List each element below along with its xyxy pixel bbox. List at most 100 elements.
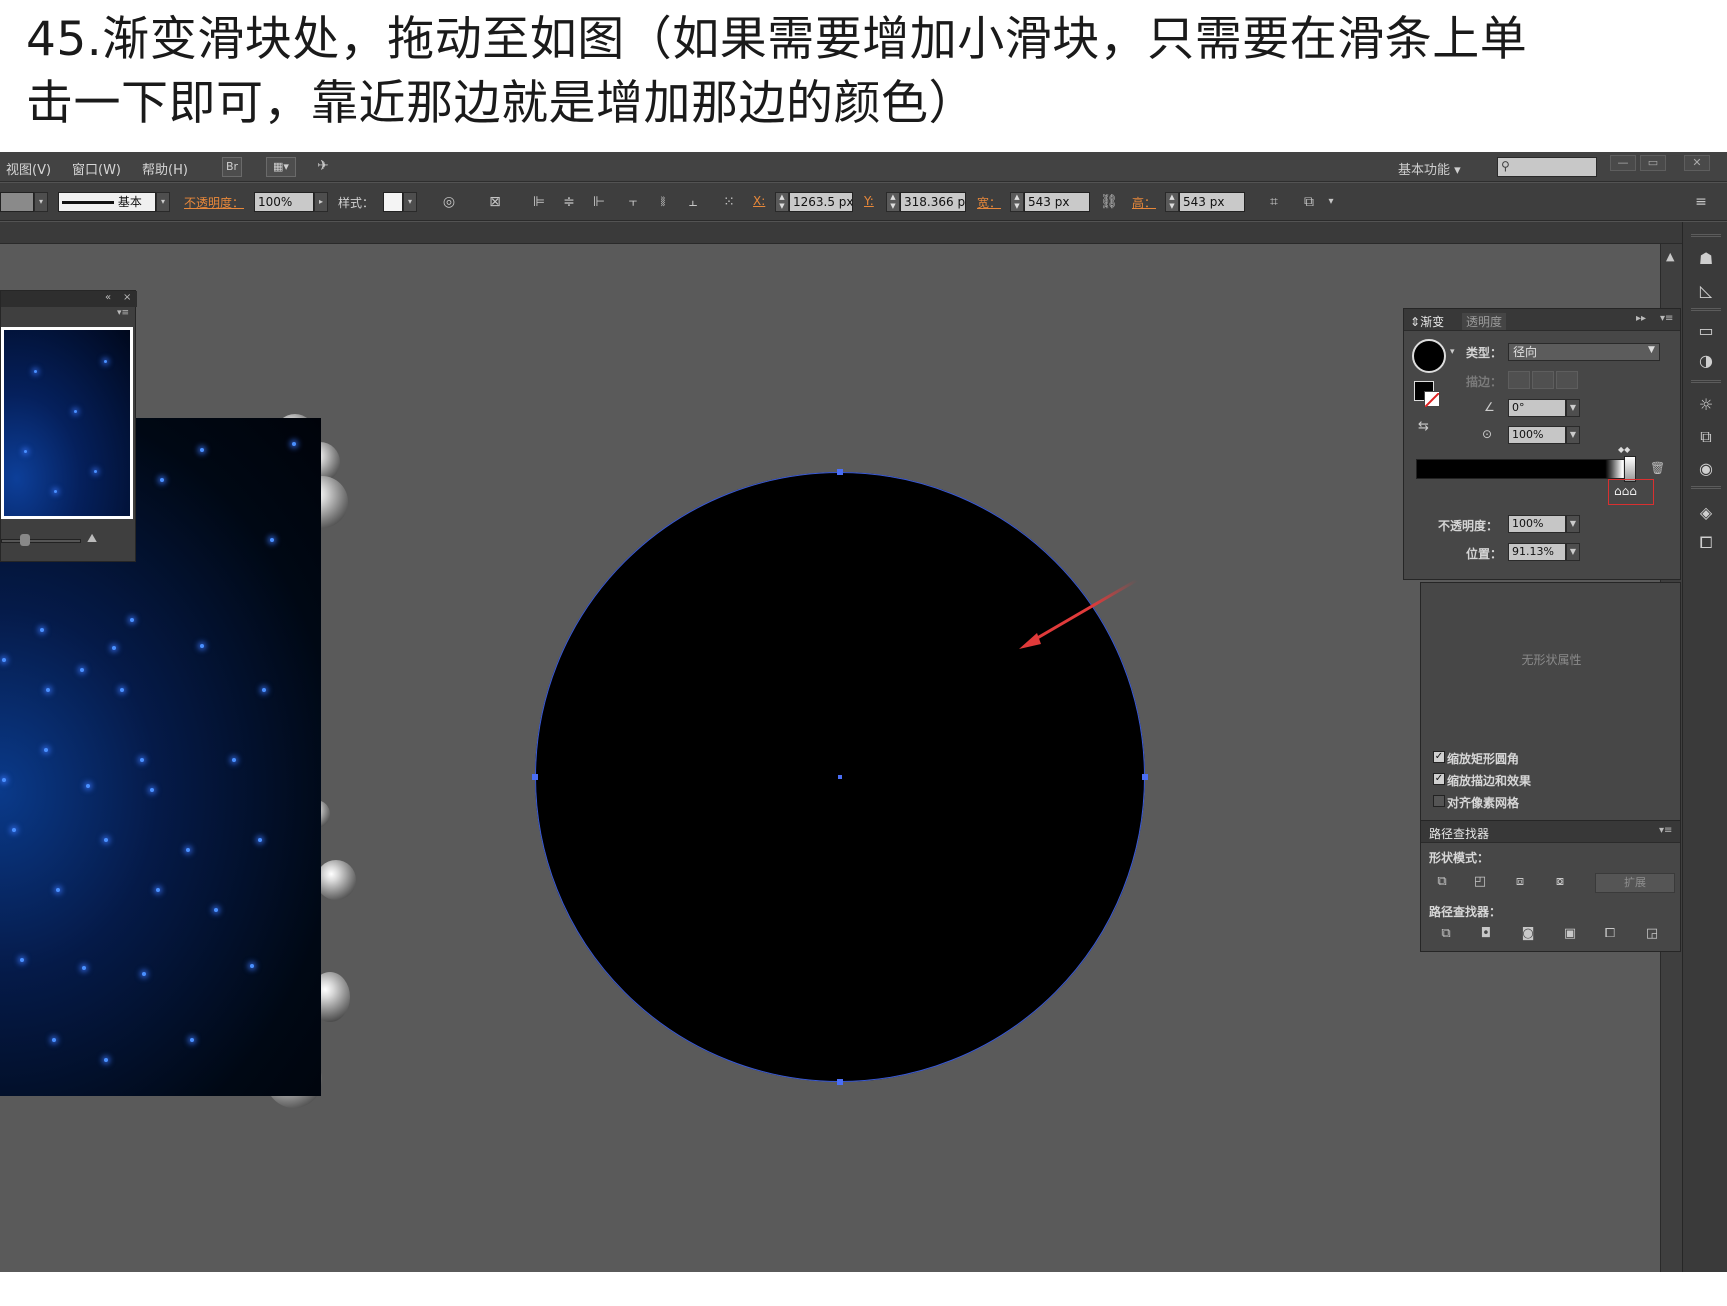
- anchor-point-right[interactable]: [1142, 774, 1148, 780]
- dock-grip[interactable]: [1691, 234, 1721, 237]
- opacity-label[interactable]: 不透明度：: [184, 194, 244, 211]
- opacity-arrow[interactable]: ▸: [314, 192, 328, 212]
- x-label[interactable]: X:: [753, 194, 765, 208]
- tab-transparency[interactable]: 透明度: [1462, 313, 1507, 330]
- y-stepper[interactable]: ▲ ▼: [886, 192, 900, 212]
- workspace-switcher[interactable]: 基本功能 ▾: [1398, 159, 1461, 178]
- stroke-profile-select[interactable]: 基本: [58, 192, 156, 212]
- scroll-up-icon[interactable]: ▲: [1666, 250, 1674, 263]
- height-field[interactable]: 543 px: [1179, 192, 1245, 212]
- width-field[interactable]: 543 px: [1024, 192, 1090, 212]
- align-pixel-grid-checkbox[interactable]: [1433, 795, 1445, 807]
- delete-stop-icon[interactable]: 🗑: [1650, 461, 1665, 475]
- isolate-icon[interactable]: ⧉: [1300, 193, 1318, 211]
- align-right-icon[interactable]: ⊩: [590, 193, 608, 211]
- anchor-point-bottom[interactable]: [837, 1079, 843, 1085]
- zoom-slider[interactable]: [1, 539, 81, 543]
- angle-dropdown[interactable]: ▼: [1566, 399, 1580, 417]
- sync-icon[interactable]: ✈: [314, 157, 332, 175]
- aspect-ratio-dropdown[interactable]: ▼: [1566, 426, 1580, 444]
- artboards-icon[interactable]: ⧠: [1695, 532, 1717, 554]
- width-stepper[interactable]: ▲ ▼: [1010, 192, 1024, 212]
- stop-opacity-field[interactable]: 100%: [1508, 515, 1566, 533]
- anchor-point-top[interactable]: [837, 469, 843, 475]
- none-swatch[interactable]: [1424, 391, 1440, 408]
- align-bottom-icon[interactable]: ⫠: [684, 193, 702, 211]
- restore-button[interactable]: ▭: [1640, 155, 1666, 171]
- align-middle-icon[interactable]: ⧚: [654, 193, 672, 211]
- appearance-icon[interactable]: ☼: [1695, 394, 1717, 416]
- style-swatch[interactable]: [383, 192, 403, 212]
- chevron-down-icon[interactable]: ▾: [1322, 193, 1340, 211]
- stroke-profile-dropdown[interactable]: ▾: [156, 192, 170, 212]
- pathfinder-icon[interactable]: ◉: [1695, 458, 1717, 480]
- aspect-ratio-field[interactable]: 100%: [1508, 426, 1566, 444]
- panel-menu-icon[interactable]: ▾≡: [1659, 825, 1672, 836]
- panel-menu-icon[interactable]: ≡: [1692, 193, 1710, 211]
- transform-grid-icon[interactable]: ⊠: [486, 193, 504, 211]
- trim-icon[interactable]: ◘: [1477, 925, 1495, 943]
- midpoint-diamond-icon[interactable]: ◆◆: [1618, 445, 1630, 454]
- panel-menu-icon[interactable]: ▾≡: [117, 308, 129, 318]
- y-label[interactable]: Y:: [864, 194, 874, 208]
- dock-grip[interactable]: [1691, 308, 1721, 311]
- gradient-panel-icon[interactable]: ▭: [1695, 320, 1717, 342]
- gradient-slider[interactable]: [1416, 459, 1632, 479]
- reference-point-icon[interactable]: ⁙: [720, 193, 738, 211]
- help-search-input[interactable]: ⚲: [1497, 157, 1597, 177]
- scale-strokes-checkbox[interactable]: ✓: [1433, 773, 1445, 785]
- expand-button[interactable]: 扩展: [1595, 873, 1675, 893]
- fill-dropdown[interactable]: ▾: [34, 192, 48, 212]
- close-button[interactable]: ✕: [1684, 155, 1710, 171]
- style-dropdown[interactable]: ▾: [403, 192, 417, 212]
- gradient-type-select[interactable]: 径向: [1508, 343, 1660, 361]
- stop-opacity-dropdown[interactable]: ▼: [1566, 515, 1580, 533]
- menu-help[interactable]: 帮助(H): [142, 159, 188, 178]
- navigator-thumbnail[interactable]: [1, 327, 133, 519]
- reverse-gradient-icon[interactable]: ⇆: [1418, 419, 1429, 434]
- tab-gradient[interactable]: ⇕渐变: [1410, 313, 1444, 330]
- stroke-along-icon[interactable]: [1532, 371, 1554, 389]
- tab-pathfinder[interactable]: 路径查找器: [1429, 825, 1489, 842]
- transform-icon[interactable]: ⌗: [1265, 193, 1283, 211]
- x-stepper[interactable]: ▲ ▼: [775, 192, 789, 212]
- close-icon[interactable]: ×: [123, 292, 131, 303]
- layers-icon[interactable]: ◈: [1695, 502, 1717, 524]
- opacity-field[interactable]: 100%: [254, 192, 314, 212]
- outline-icon[interactable]: ⧠: [1601, 925, 1619, 943]
- bridge-button[interactable]: Br: [222, 157, 242, 177]
- intersect-icon[interactable]: ⧈: [1511, 873, 1529, 891]
- unite-icon[interactable]: ⧉: [1433, 873, 1451, 891]
- height-label[interactable]: 高：: [1132, 194, 1156, 211]
- angle-field[interactable]: 0°: [1508, 399, 1566, 417]
- collapse-icon[interactable]: «: [105, 292, 111, 303]
- minus-back-icon[interactable]: ◲: [1643, 925, 1661, 943]
- color-stop-icon[interactable]: ⌂⌂⌂: [1614, 484, 1637, 498]
- divide-icon[interactable]: ⧉: [1437, 925, 1455, 943]
- location-field[interactable]: 91.13%: [1508, 543, 1566, 561]
- stroke-within-icon[interactable]: [1508, 371, 1530, 389]
- fill-swatch[interactable]: [0, 192, 34, 212]
- panel-menu-icon[interactable]: ▾≡: [1660, 313, 1673, 324]
- dock-grip[interactable]: [1691, 486, 1721, 489]
- crop-icon[interactable]: ▣: [1561, 925, 1579, 943]
- menu-window[interactable]: 窗口(W): [72, 159, 121, 178]
- dock-grip[interactable]: [1691, 380, 1721, 383]
- chevron-down-icon[interactable]: ▾: [1450, 347, 1455, 357]
- scale-corners-checkbox[interactable]: ✓: [1433, 751, 1445, 763]
- swatches-icon[interactable]: ◺: [1695, 280, 1717, 302]
- zoom-slider-knob[interactable]: [20, 534, 30, 546]
- exclude-icon[interactable]: ⧇: [1551, 873, 1569, 891]
- transparency-icon[interactable]: ◑: [1695, 350, 1717, 372]
- arrange-documents-button[interactable]: ▦▾: [266, 157, 296, 177]
- align-center-icon[interactable]: ≑: [560, 193, 578, 211]
- constrain-proportions-icon[interactable]: ⛓: [1100, 193, 1118, 211]
- zoom-in-icon[interactable]: ⛰: [87, 531, 97, 546]
- recolor-icon[interactable]: ◎: [440, 193, 458, 211]
- minimize-button[interactable]: —: [1610, 155, 1636, 171]
- height-stepper[interactable]: ▲ ▼: [1165, 192, 1179, 212]
- width-label[interactable]: 宽：: [977, 194, 1001, 211]
- align-top-icon[interactable]: ⫟: [624, 193, 642, 211]
- gradient-preview-swatch[interactable]: [1412, 339, 1446, 373]
- y-field[interactable]: 318.366 px: [900, 192, 966, 212]
